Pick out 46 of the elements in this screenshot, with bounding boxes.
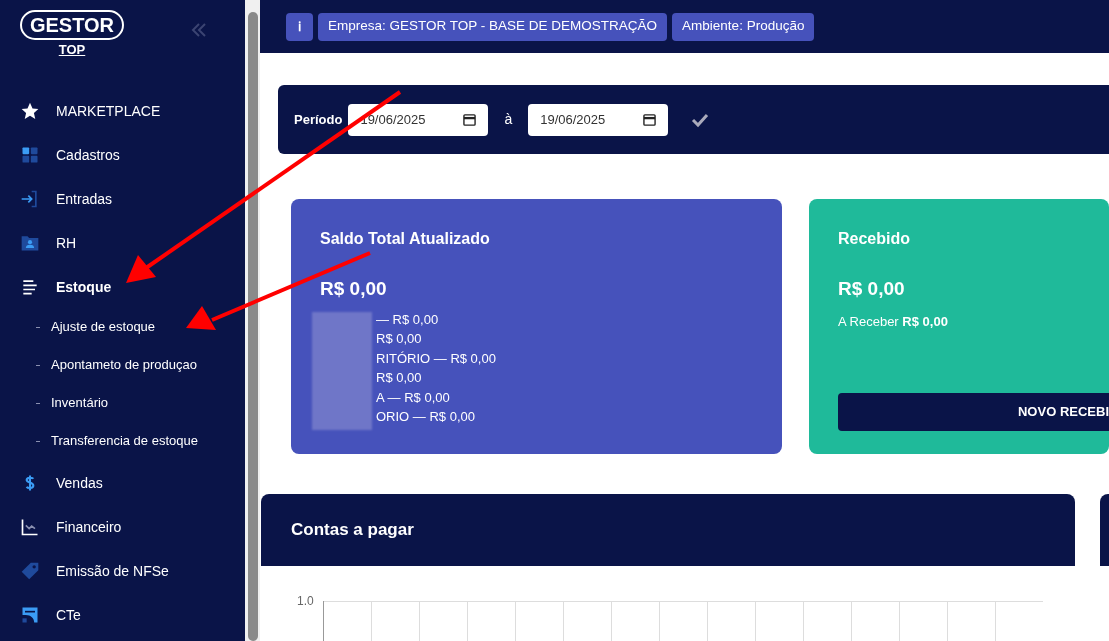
account-line: RITÓRIO — R$ 0,00 bbox=[375, 349, 497, 368]
folder-icon bbox=[20, 233, 40, 253]
receivable-text: A Receber R$ 0,00 bbox=[838, 312, 949, 331]
grid-icon bbox=[20, 145, 40, 165]
account-line: R$ 0,00 bbox=[375, 369, 423, 388]
info-badge[interactable]: ℹ bbox=[286, 12, 313, 41]
card-title: Recebido bbox=[838, 229, 911, 249]
scrollbar[interactable] bbox=[245, 0, 260, 641]
submenu-item[interactable]: Apontameto de produçao bbox=[51, 355, 197, 375]
date-field[interactable]: 19/06/2025 bbox=[348, 103, 489, 136]
sidebar-item[interactable]: RH bbox=[0, 221, 85, 265]
star-icon bbox=[20, 101, 40, 121]
line-chart-icon bbox=[20, 517, 40, 537]
card-title: Saldo Total Atualizado bbox=[320, 229, 491, 249]
calendar-icon[interactable] bbox=[643, 113, 657, 126]
submenu-item[interactable]: Ajuste de estoque bbox=[51, 317, 156, 337]
truck-icon bbox=[20, 605, 40, 625]
panel-header bbox=[1100, 494, 1109, 566]
sidebar-item[interactable]: Entradas bbox=[0, 177, 121, 221]
card-amount: R$ 0,00 bbox=[320, 277, 388, 301]
new-receipt-button[interactable]: NOVO RECEBI bbox=[838, 393, 1109, 431]
account-line: — R$ 0,00 bbox=[375, 310, 440, 329]
account-line: A — R$ 0,00 bbox=[375, 388, 451, 407]
sidebar-item[interactable]: Emissão de NFSe bbox=[0, 549, 177, 593]
tag-icon bbox=[20, 561, 40, 581]
separator-text: à bbox=[504, 110, 513, 129]
date-field[interactable]: 19/06/2025 bbox=[528, 103, 669, 136]
panel-title: Contas a pagar bbox=[291, 519, 414, 542]
sidebar-item[interactable]: Cadastros bbox=[0, 133, 128, 177]
account-line: R$ 0,00 bbox=[375, 330, 423, 349]
axis-tick-label: 1.0 bbox=[297, 594, 315, 608]
enter-icon bbox=[20, 189, 40, 209]
menu-lines-icon bbox=[20, 277, 40, 297]
sidebar-item[interactable]: Vendas bbox=[0, 461, 111, 505]
calendar-icon[interactable] bbox=[463, 113, 477, 126]
sidebar-item[interactable]: MARKETPLACE bbox=[0, 89, 169, 133]
submenu-item[interactable]: Transferencia de estoque bbox=[51, 431, 198, 451]
sidebar-item[interactable]: Financeiro bbox=[0, 505, 130, 549]
card-amount: R$ 0,00 bbox=[838, 277, 906, 301]
period-label: Período bbox=[294, 110, 343, 129]
info-badge: Empresa: GESTOR TOP - BASE DE DEMOSTRAÇÃO bbox=[318, 12, 668, 41]
account-line: ORIO — R$ 0,00 bbox=[375, 408, 476, 427]
sidebar-item[interactable]: Estoque bbox=[0, 265, 120, 309]
sidebar-item[interactable]: CTe bbox=[0, 593, 89, 637]
info-badge: Ambiente: Produção bbox=[672, 12, 815, 41]
submenu-item[interactable]: Inventário bbox=[51, 393, 109, 413]
